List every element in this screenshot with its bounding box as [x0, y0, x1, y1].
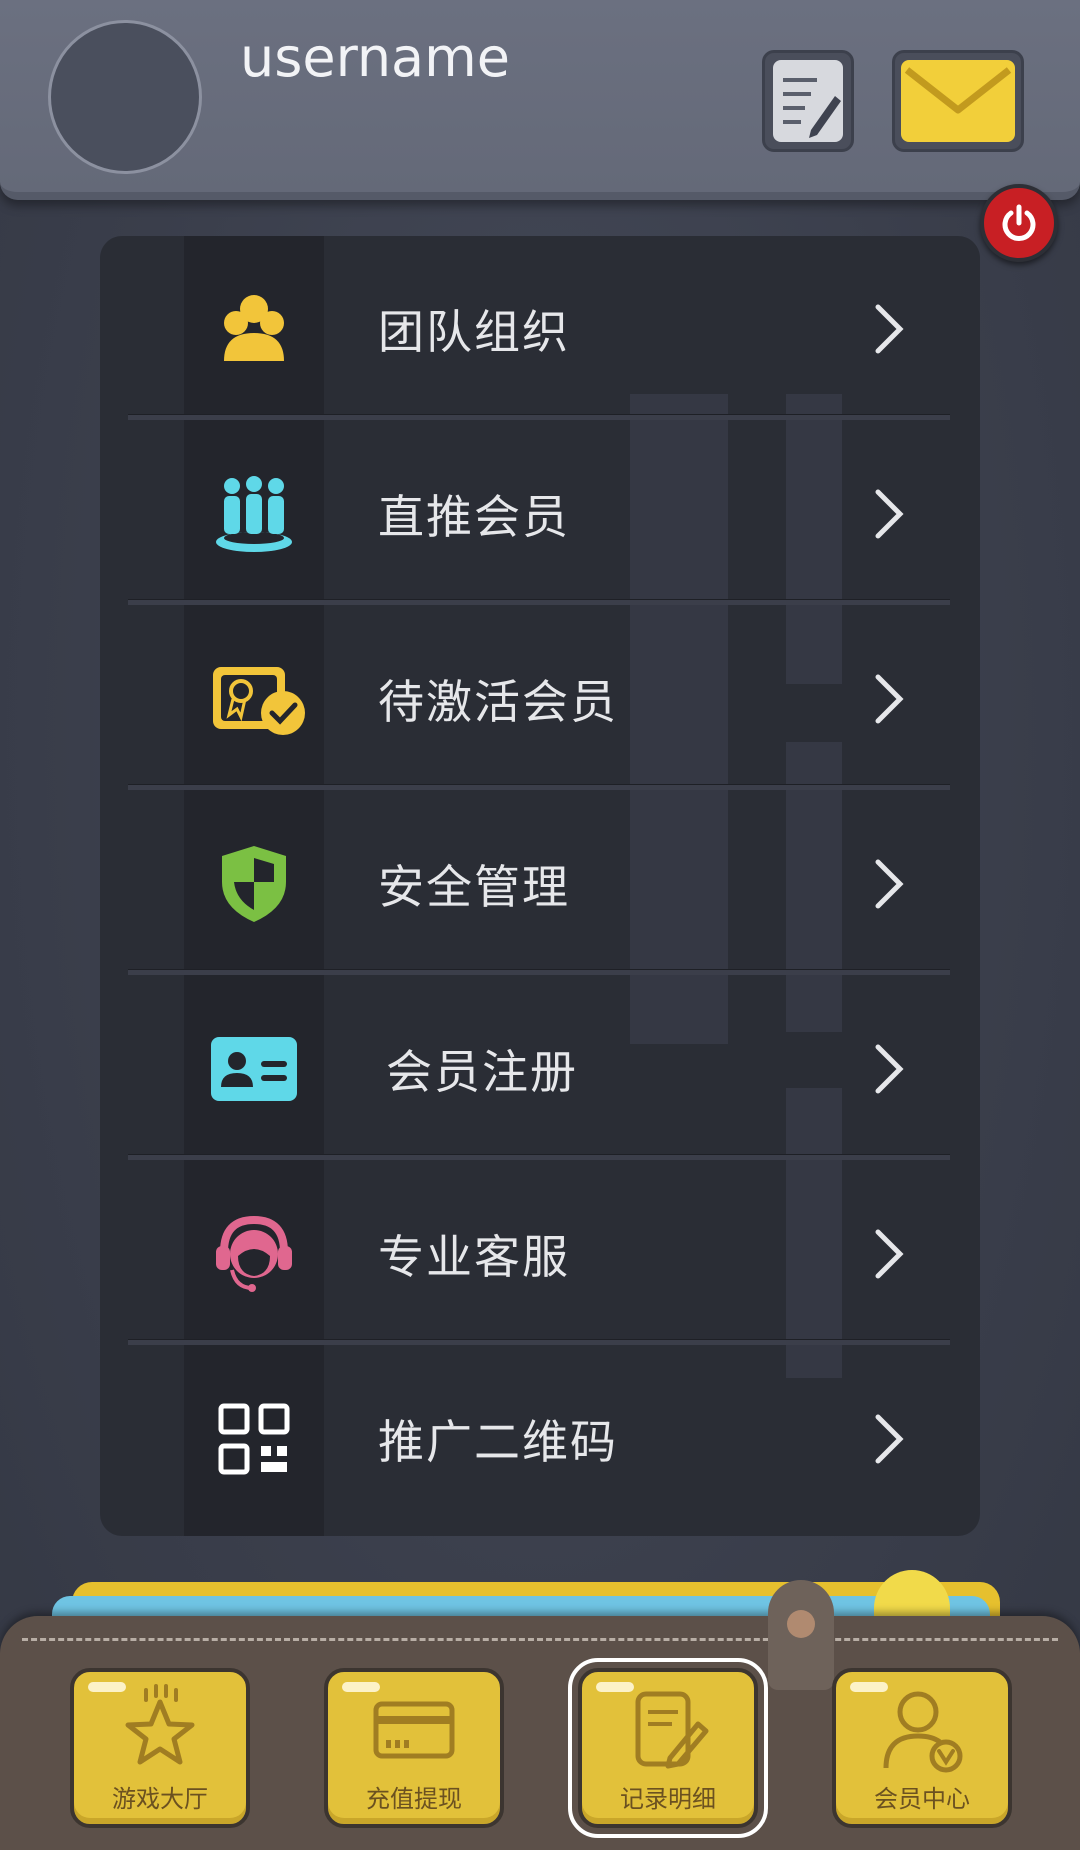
tab-label: 会员中心: [874, 1785, 970, 1813]
tab-member-center[interactable]: 会员中心: [832, 1668, 1012, 1828]
wallet-clasp: [768, 1580, 834, 1690]
divider: [128, 784, 950, 790]
notes-button[interactable]: [762, 50, 854, 152]
envelope-icon: [901, 60, 1015, 142]
team-org-icon: [204, 279, 304, 379]
chevron-right-icon: [875, 1414, 904, 1463]
security-shield-icon: [204, 834, 304, 934]
menu-item-pending-activation[interactable]: 待激活会员: [100, 606, 980, 791]
menu-item-customer-service[interactable]: 专业客服: [100, 1161, 980, 1346]
menu-item-label: 专业客服: [378, 1229, 570, 1284]
stitch-line: [22, 1638, 1058, 1641]
divider: [128, 1339, 950, 1345]
tab-label: 游戏大厅: [112, 1785, 208, 1813]
tab-records[interactable]: 记录明细: [568, 1658, 768, 1838]
menu-item-team-org[interactable]: 团队组织: [100, 236, 980, 421]
menu-item-label: 推广二维码: [378, 1414, 618, 1469]
chevron-right-icon: [875, 674, 904, 723]
notepad-pencil-icon: [773, 60, 843, 142]
avatar[interactable]: [48, 20, 202, 174]
username: username: [240, 26, 510, 89]
divider: [128, 414, 950, 420]
customer-service-icon: [204, 1204, 304, 1304]
menu-item-label: 待激活会员: [378, 674, 618, 729]
member-user-icon: [883, 1691, 963, 1773]
menu-item-qr-code[interactable]: 推广二维码: [100, 1346, 980, 1531]
chevron-right-icon: [875, 304, 904, 353]
star-icon: [125, 1684, 195, 1765]
profile-header: username: [0, 0, 1080, 200]
chevron-right-icon: [875, 1044, 904, 1093]
menu-item-label: 团队组织: [378, 304, 570, 359]
menu-item-security[interactable]: 安全管理: [100, 791, 980, 976]
qr-code-icon: [204, 1389, 304, 1489]
member-card-icon: [204, 1019, 304, 1119]
direct-members-icon: [204, 464, 304, 564]
menu-item-label: 会员注册: [386, 1044, 578, 1099]
tab-shine: [342, 1682, 380, 1692]
chevron-right-icon: [875, 489, 904, 538]
mail-button[interactable]: [892, 50, 1024, 152]
menu-item-member-register[interactable]: 会员注册: [100, 976, 980, 1161]
tab-shine: [850, 1682, 888, 1692]
clasp-rivet: [787, 1610, 815, 1638]
power-icon: [1002, 204, 1036, 241]
tab-recharge-withdraw[interactable]: 充值提现: [324, 1668, 504, 1828]
chevron-right-icon: [875, 1229, 904, 1278]
chevron-right-icon: [875, 859, 904, 908]
pending-activation-icon: [204, 649, 314, 749]
tab-shine: [88, 1682, 126, 1692]
tab-shine: [596, 1682, 634, 1692]
card-icon: [373, 1701, 455, 1759]
record-edit-icon: [635, 1691, 709, 1769]
tab-label: 记录明细: [620, 1785, 716, 1813]
tab-game-lobby[interactable]: 游戏大厅: [70, 1668, 250, 1828]
menu-panel: 团队组织 直推会员 待激活会员 安全管理 会员注册 专业客服 推广二维码: [100, 236, 980, 1536]
logout-power-button[interactable]: [980, 184, 1058, 262]
divider: [128, 599, 950, 605]
divider: [128, 969, 950, 975]
menu-item-label: 安全管理: [378, 859, 570, 914]
menu-item-direct-members[interactable]: 直推会员: [100, 421, 980, 606]
tab-label: 充值提现: [366, 1785, 462, 1813]
divider: [128, 1154, 950, 1160]
menu-item-label: 直推会员: [378, 489, 570, 544]
